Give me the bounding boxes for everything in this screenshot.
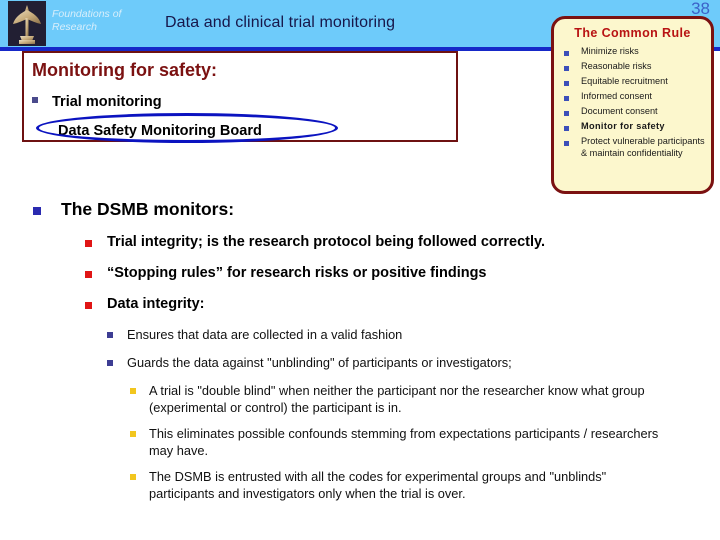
common-rule-item-label: Minimize risks: [581, 46, 639, 56]
common-rule-title: The Common Rule: [574, 26, 691, 40]
common-rule-item-label: Informed consent: [581, 91, 652, 101]
square-bullet-icon: [564, 96, 569, 101]
brand-subtitle: Foundations of Research: [52, 8, 162, 34]
list-item: Document consent: [554, 106, 711, 118]
square-bullet-icon: [130, 388, 136, 394]
list-item: The DSMB is entrusted with all the codes…: [130, 468, 670, 502]
logo-container: [8, 1, 46, 46]
slide-title: Data and clinical trial monitoring: [165, 14, 396, 31]
list-item: Informed consent: [554, 91, 711, 103]
list-item: Protect vulnerable participants & mainta…: [554, 136, 711, 159]
square-bullet-icon: [564, 126, 569, 131]
square-bullet-icon: [564, 111, 569, 116]
monitoring-for-safety-box: Monitoring for safety: Trial monitoring …: [22, 51, 458, 142]
common-rule-callout: The Common Rule Minimize risks Reasonabl…: [551, 16, 714, 194]
list-item: The DSMB monitors:: [33, 198, 720, 221]
common-rule-list: Minimize risks Reasonable risks Equitabl…: [554, 46, 711, 159]
list-item: Trial monitoring: [32, 94, 162, 110]
list-item: Guards the data against "unblinding" of …: [107, 354, 720, 371]
square-bullet-icon: [32, 97, 38, 103]
list-item: Trial integrity; is the research protoco…: [85, 233, 720, 252]
list-item: A trial is "double blind" when neither t…: [130, 382, 670, 416]
list-item: Data integrity:: [85, 295, 720, 314]
square-bullet-icon: [564, 81, 569, 86]
square-bullet-icon: [85, 271, 92, 278]
body-level4-label: A trial is "double blind" when neither t…: [149, 383, 645, 415]
body-level2-label: “Stopping rules” for research risks or p…: [107, 265, 487, 281]
list-item: Data Safety Monitoring Board: [58, 123, 262, 139]
monitoring-for-safety-heading: Monitoring for safety:: [32, 60, 217, 80]
square-bullet-icon: [130, 431, 136, 437]
list-item: Minimize risks: [554, 46, 711, 58]
common-rule-item-label: Protect vulnerable participants & mainta…: [581, 136, 705, 158]
list-item-highlighted: Monitor for safety: [554, 121, 711, 133]
square-bullet-icon: [564, 51, 569, 56]
list-item: Reasonable risks: [554, 61, 711, 73]
brand-line-1: Foundations of: [52, 8, 122, 20]
list-item: “Stopping rules” for research risks or p…: [85, 264, 720, 283]
square-bullet-icon: [85, 302, 92, 309]
dsmb-label: Data Safety Monitoring Board: [58, 123, 262, 139]
square-bullet-icon: [564, 66, 569, 71]
common-rule-item-label: Monitor for safety: [581, 121, 665, 131]
body-level4-label: This eliminates possible confounds stemm…: [149, 426, 659, 458]
body-level2-label: Data integrity:: [107, 296, 205, 312]
common-rule-item-label: Equitable recruitment: [581, 76, 668, 86]
list-item: This eliminates possible confounds stemm…: [130, 425, 670, 459]
body-level3-label: Ensures that data are collected in a val…: [127, 327, 403, 342]
square-bullet-icon: [107, 332, 113, 338]
square-bullet-icon: [130, 474, 136, 480]
foundations-of-research-statue-icon: [8, 1, 46, 46]
list-item: Ensures that data are collected in a val…: [107, 326, 720, 343]
square-bullet-icon: [85, 240, 92, 247]
list-item: Equitable recruitment: [554, 76, 711, 88]
body-level4-label: The DSMB is entrusted with all the codes…: [149, 469, 607, 501]
square-bullet-icon: [564, 141, 569, 146]
common-rule-item-label: Reasonable risks: [581, 61, 652, 71]
body-level3-label: Guards the data against "unblinding" of …: [127, 355, 512, 370]
slide-body: The DSMB monitors: Trial integrity; is t…: [0, 198, 720, 511]
brand-line-2: Research: [52, 21, 97, 33]
common-rule-item-label: Document consent: [581, 106, 658, 116]
square-bullet-icon: [33, 207, 41, 215]
dsmb-monitors-heading: The DSMB monitors:: [61, 199, 235, 219]
body-level2-label: Trial integrity; is the research protoco…: [107, 234, 546, 250]
trial-monitoring-label: Trial monitoring: [52, 94, 162, 110]
square-bullet-icon: [107, 360, 113, 366]
